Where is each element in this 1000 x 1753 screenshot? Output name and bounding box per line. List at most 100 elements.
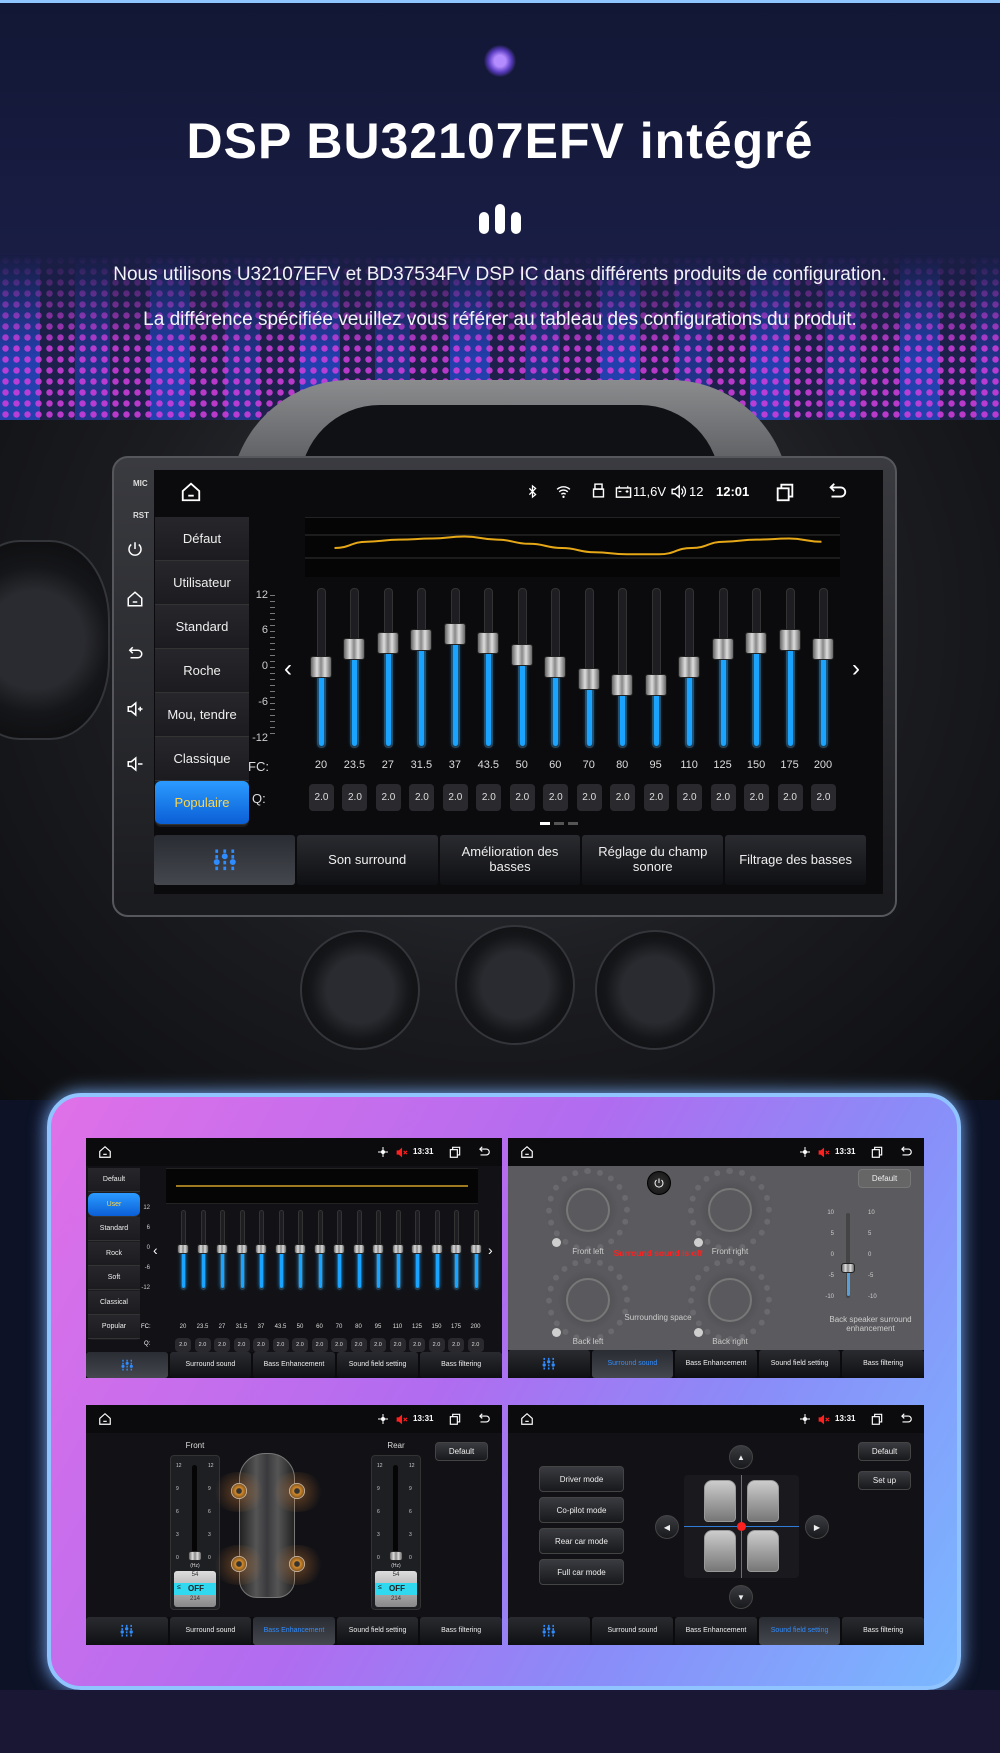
eq-slider-handle[interactable] [812,638,834,661]
q-value[interactable]: 2.0 [509,784,535,811]
seat-grid[interactable] [684,1475,799,1578]
eq-slider-handle[interactable] [177,1244,189,1254]
eq-slider-handle[interactable] [235,1244,248,1254]
volume-down-icon[interactable] [126,755,144,773]
eq-slider-handle[interactable] [469,1244,482,1254]
bass-front-slider-handle[interactable] [188,1551,202,1561]
eq-slider-handle[interactable] [255,1244,267,1254]
eq-slider-handle[interactable] [544,656,567,678]
home-icon[interactable] [126,590,144,608]
q-value[interactable]: 2.0 [214,1338,230,1352]
eq-slider-handle[interactable] [372,1244,384,1254]
q-value[interactable]: 2.0 [448,1338,464,1352]
preset-item[interactable]: Rock [88,1241,140,1266]
mode-button[interactable]: Co-pilot mode [539,1497,624,1523]
back-icon[interactable] [477,1412,491,1426]
home-icon[interactable] [98,1412,112,1426]
tab-filtrage-des-basses[interactable]: Filtrage des basses [725,835,866,885]
tab-equalizer[interactable] [508,1350,590,1378]
q-value[interactable]: 2.0 [350,1338,367,1352]
tab-réglage-du-champ-sonore[interactable]: Réglage du champ sonore [582,835,724,885]
frequency-picker[interactable]: 54 ≤ OFF 214 [174,1571,216,1607]
eq-slider-handle[interactable] [430,1244,443,1254]
back-icon[interactable] [477,1145,491,1159]
back-icon[interactable] [126,645,144,663]
default-button[interactable]: Default [435,1442,488,1461]
eq-slider-handle[interactable] [711,638,734,661]
q-value[interactable]: 2.0 [375,784,401,811]
preset-item[interactable]: Roche [155,649,249,693]
q-value[interactable]: 2.0 [194,1338,211,1352]
q-value[interactable]: 2.0 [233,1338,250,1352]
page-dot[interactable] [568,822,578,825]
eq-slider-handle[interactable] [352,1244,365,1254]
tab-sound-field-setting[interactable]: Sound field setting [336,1352,419,1378]
tab-sound-field-setting[interactable]: Sound field setting [758,1350,841,1378]
tab-surround-sound[interactable]: Surround sound [169,1617,252,1645]
preset-item[interactable]: Soft [88,1266,140,1290]
preset-item[interactable]: User [88,1192,140,1217]
eq-slider-handle[interactable] [678,656,701,678]
bass-rear-slider-handle[interactable] [389,1551,403,1561]
home-icon[interactable] [180,481,202,503]
q-value[interactable]: 2.0 [442,784,468,811]
page-dot[interactable] [540,822,550,825]
back-icon[interactable] [826,481,848,503]
tab-bass-enhancement[interactable]: Bass Enhancement [675,1350,757,1378]
tab-equalizer[interactable] [508,1617,590,1645]
q-value[interactable]: 2.0 [811,784,836,811]
eq-slider-handle[interactable] [310,656,332,678]
eq-slider-handle[interactable] [216,1244,228,1254]
tab-equalizer[interactable] [154,835,295,885]
q-value[interactable]: 2.0 [342,784,368,811]
eq-slider-handle[interactable] [443,623,466,646]
setup-button[interactable]: Set up [858,1471,911,1490]
home-icon[interactable] [520,1412,534,1426]
preset-item[interactable]: Standard [155,605,249,649]
tab-equalizer[interactable] [86,1352,168,1378]
eq-prev-arrow[interactable]: ‹ [153,1242,158,1258]
arrow-right-button[interactable]: ▶ [805,1515,829,1539]
recent-apps-icon[interactable] [870,1145,884,1159]
tab-sound-field-setting[interactable]: Sound field setting [336,1617,419,1645]
q-value[interactable]: 2.0 [576,784,602,811]
bass-front-slider-track[interactable] [192,1465,197,1560]
recent-apps-icon[interactable] [448,1145,462,1159]
eq-slider-handle[interactable] [411,1244,423,1254]
volume-up-icon[interactable] [126,700,144,718]
preset-item[interactable]: Classique [155,737,249,781]
eq-next-arrow[interactable]: › [488,1242,493,1258]
eq-slider-handle[interactable] [611,673,634,696]
bass-rear-slider-track[interactable] [393,1465,398,1560]
tab-bass-filtering[interactable]: Bass filtering [842,1617,924,1645]
tab-bass-enhancement[interactable]: Bass Enhancement [253,1617,335,1645]
tab-bass-filtering[interactable]: Bass filtering [842,1350,924,1378]
preset-item[interactable]: Défaut [155,517,249,561]
eq-slider-handle[interactable] [333,1244,345,1254]
q-value[interactable]: 2.0 [331,1338,347,1352]
eq-slider-handle[interactable] [745,632,768,655]
q-value[interactable]: 2.0 [370,1338,386,1352]
eq-next-arrow[interactable]: › [852,655,860,683]
enhancement-slider-handle[interactable] [841,1262,855,1273]
preset-item[interactable]: Standard [88,1217,140,1241]
home-icon[interactable] [520,1145,534,1159]
default-button[interactable]: Default [858,1169,911,1188]
q-value[interactable]: 2.0 [643,784,669,811]
arrow-up-button[interactable]: ▲ [729,1445,753,1469]
back-icon[interactable] [899,1412,913,1426]
eq-slider-handle[interactable] [778,629,801,652]
eq-slider-handle[interactable] [644,673,667,696]
recent-apps-icon[interactable] [774,481,796,503]
q-value[interactable]: 2.0 [677,784,703,811]
q-value[interactable]: 2.0 [543,784,569,811]
eq-slider-handle[interactable] [343,638,366,661]
preset-item[interactable]: Default [88,1168,140,1192]
q-value[interactable]: 2.0 [777,784,803,811]
arrow-left-button[interactable]: ◀ [655,1515,679,1539]
q-value[interactable]: 2.0 [409,1338,425,1352]
tab-amélioration-des-basses[interactable]: Amélioration des basses [439,835,581,885]
eq-slider-handle[interactable] [510,644,533,667]
eq-prev-arrow[interactable]: ‹ [284,655,292,683]
preset-item[interactable]: Classical [88,1290,140,1315]
